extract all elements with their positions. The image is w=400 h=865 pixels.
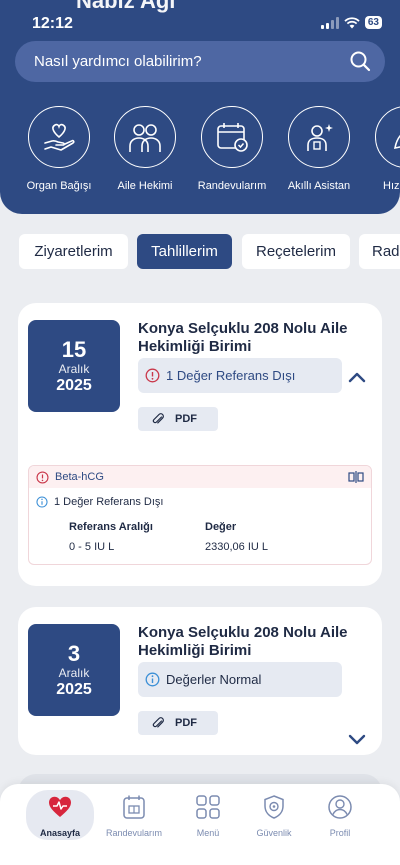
date-day: 15 [61,337,87,362]
paperclip-icon [152,716,164,727]
tab-tests[interactable]: Tahlillerim [137,234,232,269]
status-icons: 63 [320,16,382,29]
date-year: 2025 [56,377,92,394]
tab-prescriptions[interactable]: Reçetelerim [242,234,350,269]
quick-action-fast[interactable]: Hızlı P [361,106,400,192]
paperclip-icon [152,412,164,423]
test-result-card[interactable]: 15 Aralık 2025 Konya Selçuklu 208 Nolu A… [18,303,382,586]
battery-indicator: 63 [364,16,382,29]
status-text: Değerler Normal [166,672,262,687]
chevron-up-icon[interactable] [347,370,367,384]
search-icon[interactable] [349,50,371,72]
shield-gear-icon [239,790,309,824]
tab-visits[interactable]: Ziyaretlerim [19,234,128,269]
alert-circle-icon [36,470,49,484]
date-badge: 3 Aralık 2025 [28,624,120,716]
family-doctor-icon [114,106,176,168]
value-label: Değer [205,521,237,533]
test-name: Beta-hCG [55,471,104,483]
nav-item-security[interactable]: Güvenlik [239,790,309,838]
nav-label: Menü [196,828,220,838]
pdf-label: PDF [175,413,197,425]
test-header: Beta-hCG [29,466,371,488]
quick-action-label: Hızlı P [383,180,400,192]
reference-range-value: 0 - 5 IU L [69,541,115,553]
status-pill: Değerler Normal [138,662,342,697]
signal-icon [320,16,339,29]
quick-action-label: Organ Bağışı [26,180,92,192]
nav-item-home[interactable]: Anasayfa [25,790,95,840]
compare-icon[interactable] [348,470,364,484]
alert-circle-icon [145,368,160,383]
test-summary-text: 1 Değer Referans Dışı [54,496,164,508]
wifi-icon [344,16,360,28]
records-tabs: Ziyaretlerim Tahlillerim Reçetelerim Rad [0,234,400,270]
bottom-navigation: Anasayfa Randevularım Menü Güvenlik Prof… [0,784,400,865]
quick-action-family-doctor[interactable]: Aile Hekimi [100,106,190,192]
calendar-check-icon [201,106,263,168]
date-month: Aralık [58,362,90,376]
nav-item-menu[interactable]: Menü [173,790,243,838]
quick-actions: Organ Bağışı Aile Hekimi Randevularım Ak… [0,106,400,196]
nav-item-profile[interactable]: Profil [305,790,375,838]
facility-name: Konya Selçuklu 208 Nolu Aile Hekimliği B… [138,624,348,659]
smart-assistant-icon [288,106,350,168]
nav-label: Profil [329,828,351,838]
leaf-icon [375,106,400,168]
quick-action-label: Akıllı Asistan [287,180,351,192]
quick-action-smart-assistant[interactable]: Akıllı Asistan [274,106,364,192]
status-time: 12:12 [32,15,73,32]
nav-label: Güvenlik [256,828,292,838]
tab-radiology[interactable]: Rad [359,234,400,269]
test-detail-box: Beta-hCG 1 Değer Referans Dışı Referans … [28,465,372,565]
status-text: 1 Değer Referans Dışı [166,368,296,383]
pdf-button[interactable]: PDF [138,711,218,735]
profile-icon [305,790,375,824]
reference-range-label: Referans Aralığı [69,521,153,533]
pdf-button[interactable]: PDF [138,407,218,431]
quick-action-label: Aile Hekimi [117,180,173,192]
calendar-icon [99,790,169,824]
nav-label: Randevularım [105,828,163,838]
facility-name: Konya Selçuklu 208 Nolu Aile Hekimliği B… [138,320,348,355]
nav-item-appointments[interactable]: Randevularım [99,790,169,838]
date-day: 3 [67,641,81,666]
pdf-label: PDF [175,717,197,729]
quick-action-appointments[interactable]: Randevularım [187,106,277,192]
date-month: Aralık [58,666,90,680]
chevron-down-icon[interactable] [347,732,367,746]
nav-label: Anasayfa [39,828,81,838]
info-icon [36,496,48,508]
app-header: Nabız Ağı 12:12 63 Nasıl yardımcı olabil… [0,0,400,214]
grid-icon [173,790,243,824]
date-badge: 15 Aralık 2025 [28,320,120,412]
info-icon [145,672,160,687]
heart-hand-icon [28,106,90,168]
status-pill: 1 Değer Referans Dışı [138,358,342,393]
quick-action-organ-donation[interactable]: Organ Bağışı [14,106,104,192]
home-heart-icon [25,790,95,824]
test-result-card[interactable]: 3 Aralık 2025 Konya Selçuklu 208 Nolu Ai… [18,607,382,755]
search-placeholder: Nasıl yardımcı olabilirim? [34,53,202,70]
search-bar[interactable]: Nasıl yardımcı olabilirim? [15,41,385,82]
quick-action-label: Randevularım [197,180,267,192]
test-summary: 1 Değer Referans Dışı [36,496,163,508]
test-value: 2330,06 IU L [205,541,268,553]
date-year: 2025 [56,681,92,698]
status-bar: 12:12 63 [0,0,400,40]
